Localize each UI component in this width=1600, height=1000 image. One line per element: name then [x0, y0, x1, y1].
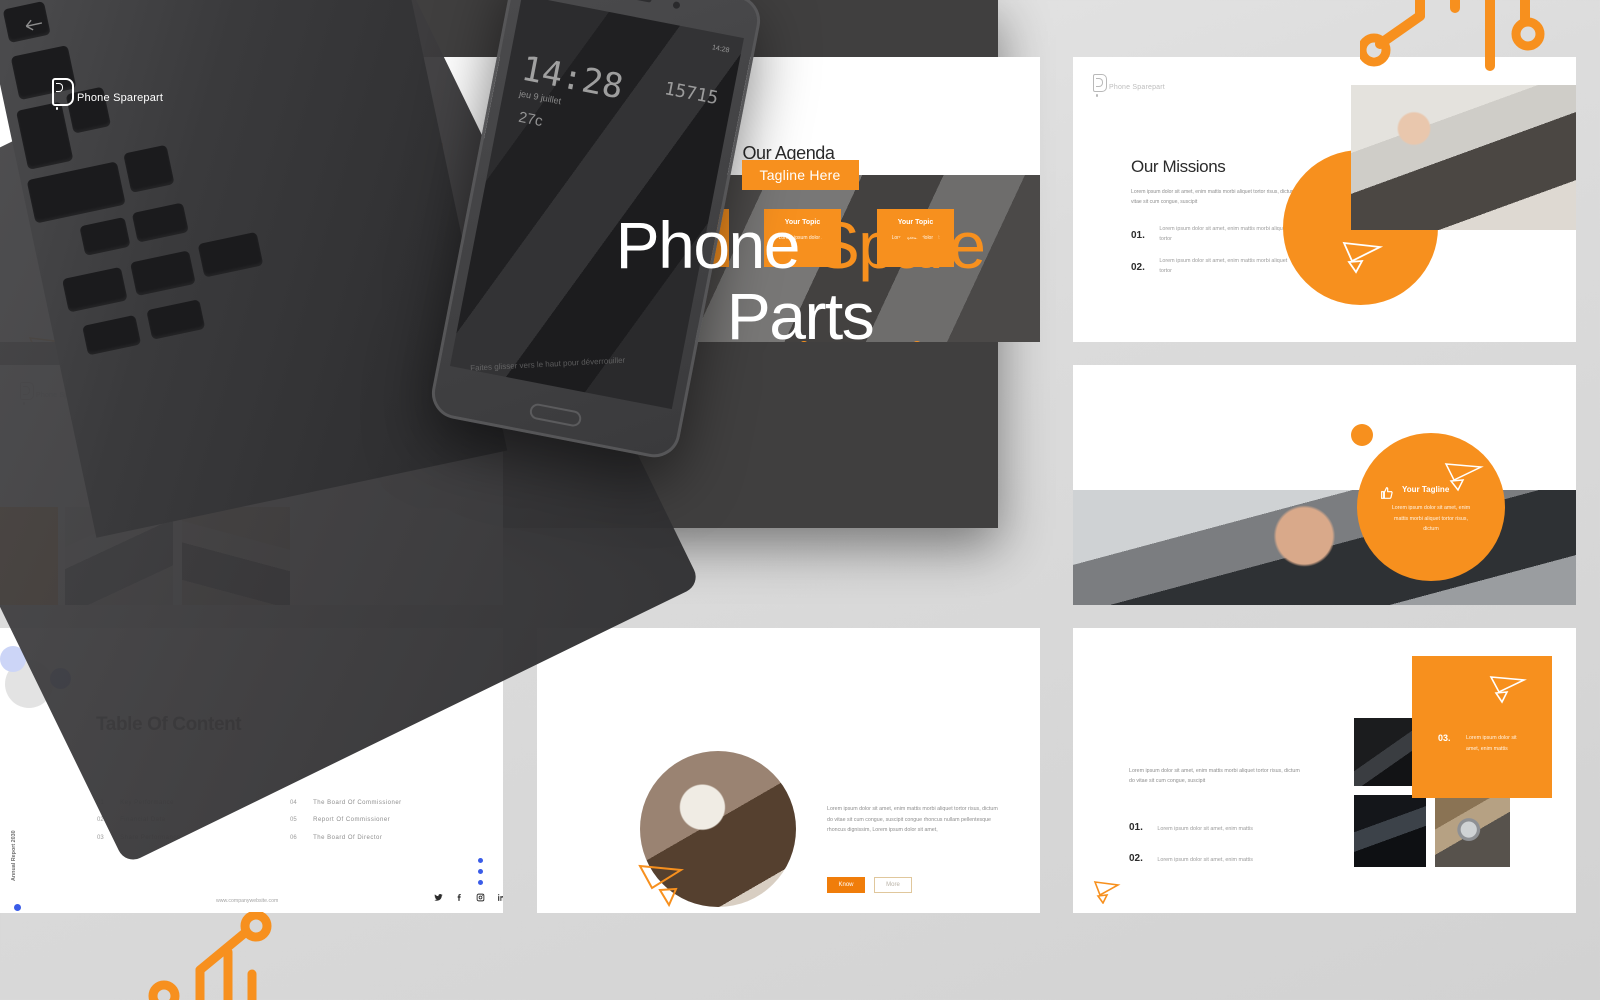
numbers-item: 02. Lorem ipsum dolor sit amet, enim mat…	[1129, 848, 1253, 866]
hero-logo: Phone Sparepart	[52, 78, 164, 110]
know-text: Lorem ipsum dolor sit amet, enim mattis …	[827, 806, 998, 834]
template-preview-canvas: Phone Sparepart Welcome To Our Meeting "…	[0, 0, 1600, 1000]
slide-tagline[interactable]: Your Tagline Lorem ipsum dolor sit amet,…	[1073, 365, 1576, 605]
hero-title-accent: Spare	[815, 208, 986, 282]
brand-mark-icon	[52, 78, 74, 110]
numbers-number: 01.	[1129, 822, 1143, 833]
social-links[interactable]	[434, 893, 503, 902]
lockscreen-steps: 15715	[662, 78, 720, 110]
toc-number: 05	[290, 817, 297, 823]
toc-side-label: Annual Report 2030	[11, 830, 17, 881]
numbers-card[interactable]: 03. Lorem ipsum dolor sit amet, enim mat…	[1412, 656, 1552, 798]
lockscreen-hint: Faites glisser vers le haut pour déverro…	[469, 355, 626, 373]
toc-number: 04	[290, 800, 297, 806]
numbers-card-text: Lorem ipsum dolor sit amet, enim mattis	[1466, 735, 1517, 752]
phone-statusbar: 14:28	[530, 9, 730, 55]
numbers-card-number: 03.	[1438, 733, 1451, 743]
tagline-title: Your Tagline	[1402, 485, 1450, 494]
paper-plane-icon	[1489, 676, 1527, 704]
slide-know-more[interactable]: Lorem ipsum dolor sit amet, enim mattis …	[537, 628, 1040, 913]
product-photo-3	[1435, 795, 1510, 867]
paper-plane-accent-icon	[1093, 881, 1121, 904]
hero-title-part2: Parts	[726, 279, 875, 354]
instagram-icon[interactable]	[476, 893, 485, 902]
product-photo-2	[1354, 795, 1426, 867]
paper-plane-accent-icon	[638, 864, 685, 908]
brand-name: Phone Sparepart	[77, 92, 164, 104]
paper-plane-icon	[1444, 463, 1484, 492]
toc-label: Report Of Commissioner	[313, 817, 391, 823]
toc-number: 06	[290, 835, 297, 841]
phone-speaker	[576, 0, 652, 3]
tagline-circle[interactable]: Your Tagline Lorem ipsum dolor sit amet,…	[1357, 433, 1505, 581]
toc-label: The Board Of Commissioner	[313, 800, 402, 806]
tagline-dot	[1351, 424, 1373, 446]
decor-dot-stack	[478, 858, 483, 885]
more-button[interactable]: More	[874, 877, 912, 893]
status-time: 14:28	[711, 44, 730, 55]
toc-item[interactable]: 04 The Board Of Commissioner	[290, 791, 402, 809]
tagline-button[interactable]: Tagline Here	[741, 160, 859, 190]
know-button[interactable]: Know	[827, 877, 865, 893]
twitter-icon[interactable]	[434, 893, 443, 902]
toc-item[interactable]: 06 The Board Of Director	[290, 826, 382, 844]
toc-label: The Board Of Director	[313, 835, 383, 841]
hero-content: Tagline Here Phone Spare Parts	[0, 160, 1600, 354]
numbers-item: 01. Lorem ipsum dolor sit amet, enim mat…	[1129, 817, 1253, 835]
decor-dot	[14, 904, 21, 911]
slide-logo: Phone Sparepart	[1093, 74, 1165, 97]
thumbs-up-icon	[1381, 487, 1393, 499]
numbers-text: Lorem ipsum dolor sit amet, enim mattis	[1157, 826, 1253, 832]
facebook-icon[interactable]	[455, 893, 464, 902]
numbers-text: Lorem ipsum dolor sit amet, enim mattis	[1157, 857, 1253, 863]
brand-name: Phone Sparepart	[1109, 84, 1165, 91]
phone-home-button	[528, 402, 583, 428]
numbers-number: 02.	[1129, 853, 1143, 864]
slide-numbers[interactable]: Lorem ipsum dolor sit amet, enim mattis …	[1073, 628, 1576, 913]
website-url[interactable]: www.companywebsite.com	[216, 898, 278, 904]
numbers-intro: Lorem ipsum dolor sit amet, enim mattis …	[1129, 768, 1300, 785]
key-arrow-left-icon	[20, 12, 64, 44]
phone-camera	[672, 1, 681, 10]
hero-title-part1: Phone	[615, 208, 816, 282]
toc-number: 03	[97, 835, 104, 841]
hero-title: Phone Spare Parts	[0, 208, 1600, 354]
lockscreen-temperature: 27c	[517, 108, 545, 131]
linkedin-icon[interactable]	[497, 893, 503, 902]
toc-item[interactable]: 05 Report Of Commissioner	[290, 808, 390, 826]
tagline-text: Lorem ipsum dolor sit amet, enim mattis …	[1391, 505, 1471, 533]
brand-mark-icon	[1093, 74, 1107, 97]
